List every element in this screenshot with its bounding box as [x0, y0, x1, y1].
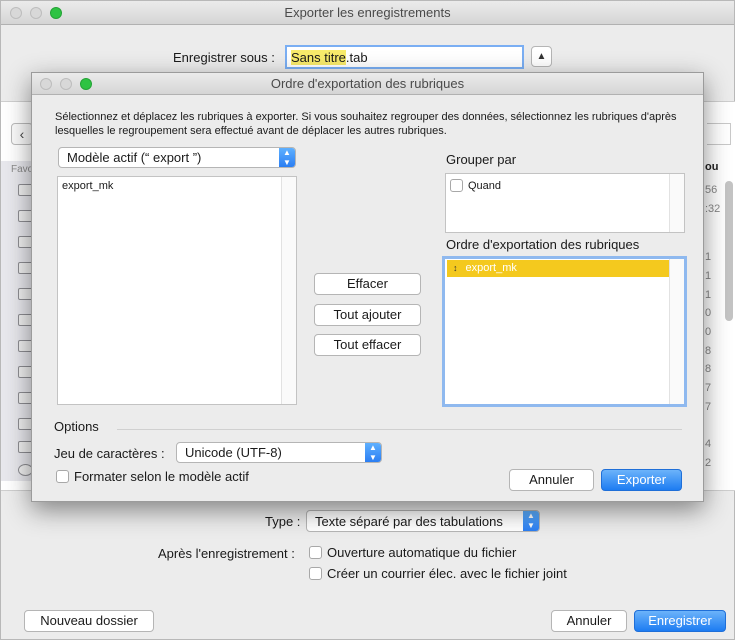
format-checkbox-row[interactable]: Formater selon le modèle actif [56, 469, 249, 484]
type-row: Type : Texte séparé par des tabulations … [1, 510, 734, 532]
export-order-item[interactable]: ↕ export_mk [447, 260, 682, 277]
group-by-item[interactable]: Quand [450, 179, 501, 192]
column-value: 4 [705, 438, 712, 450]
minimize-window-button[interactable] [60, 78, 72, 90]
charset-label: Jeu de caractères : [54, 446, 165, 461]
filename-input[interactable]: Sans titre.tab [285, 45, 524, 69]
export-order-dialog: Ordre d'exportation des rubriques Sélect… [31, 72, 704, 502]
model-select[interactable]: Modèle actif (“ export ”) ▲ ▼ [58, 147, 296, 168]
cancel-export-button[interactable]: Annuler [509, 469, 594, 491]
column-value: 1 [705, 289, 712, 301]
save-as-row: Enregistrer sous : Sans titre.tab ▲ [1, 45, 734, 71]
up-down-arrows-icon: ▲ ▼ [523, 511, 539, 531]
model-select-value: Modèle actif (“ export ”) [67, 150, 202, 165]
scrollbar[interactable] [669, 174, 684, 232]
auto-open-label: Ouverture automatique du fichier [327, 545, 517, 560]
scrollbar[interactable] [725, 181, 733, 321]
new-folder-button[interactable]: Nouveau dossier [24, 610, 154, 632]
options-divider [117, 429, 682, 430]
cancel-button[interactable]: Annuler [551, 610, 627, 632]
instructions-text: Sélectionnez et déplacez les rubriques à… [55, 111, 677, 137]
column-value: 1 [705, 251, 712, 263]
after-save-label: Après l'enregistrement : [158, 546, 295, 561]
zoom-window-button[interactable] [80, 78, 92, 90]
auto-open-checkbox-row[interactable]: Ouverture automatique du fichier [309, 545, 516, 560]
close-window-button[interactable] [10, 7, 22, 19]
drag-handle-icon[interactable]: ↕ [453, 260, 458, 277]
group-by-label: Grouper par [446, 152, 517, 167]
format-checkbox[interactable] [56, 470, 69, 483]
scrollbar[interactable] [669, 259, 684, 404]
export-order-list[interactable]: ↕ export_mk [442, 256, 687, 407]
chevron-left-icon: ‹ [19, 126, 25, 142]
filename-selection: Sans titre [291, 50, 346, 65]
list-item[interactable]: export_mk [58, 177, 296, 195]
favorites-label: Favo [11, 164, 34, 175]
close-window-button[interactable] [40, 78, 52, 90]
column-value: 7 [705, 401, 712, 413]
quand-checkbox[interactable] [450, 179, 463, 192]
window-controls [10, 7, 62, 19]
charset-select[interactable]: Unicode (UTF-8) ▲ ▼ [176, 442, 382, 463]
column-value: :32 [705, 203, 721, 215]
filename-extension: .tab [345, 50, 368, 65]
quand-label: Quand [468, 179, 502, 192]
email-checkbox[interactable] [309, 567, 322, 580]
type-select[interactable]: Texte séparé par des tabulations ▲ ▼ [306, 510, 540, 532]
up-down-arrows-icon: ▲ ▼ [365, 443, 381, 462]
minimize-window-button[interactable] [30, 7, 42, 19]
email-label: Créer un courrier élec. avec le fichier … [327, 566, 567, 581]
type-label: Type : [265, 514, 301, 529]
column-value: 7 [705, 382, 712, 394]
options-label: Options [54, 419, 99, 434]
column-value: 1 [705, 270, 712, 282]
column-value: 0 [705, 307, 712, 319]
save-dialog-titlebar: Exporter les enregistrements [1, 1, 734, 25]
format-label: Formater selon le modèle actif [74, 469, 249, 484]
save-as-label: Enregistrer sous : [173, 50, 275, 65]
scrollbar[interactable] [281, 177, 296, 404]
disclosure-button[interactable]: ▲ [531, 46, 552, 67]
clear-button[interactable]: Effacer [314, 273, 421, 295]
export-order-title: Ordre d'exportation des rubriques [270, 76, 465, 91]
column-value: 8 [705, 345, 712, 357]
type-select-value: Texte séparé par des tabulations [315, 514, 503, 529]
export-order-item-label: export_mk [465, 262, 517, 274]
source-fields-list[interactable]: export_mk [57, 176, 297, 405]
column-value: 8 [705, 363, 712, 375]
export-order-titlebar: Ordre d'exportation des rubriques [32, 73, 703, 95]
search-field[interactable] [707, 123, 731, 145]
add-all-button[interactable]: Tout ajouter [314, 304, 421, 326]
clear-all-button[interactable]: Tout effacer [314, 334, 421, 356]
save-button[interactable]: Enregistrer [634, 610, 726, 632]
window-controls [40, 78, 92, 90]
column-value: 56 [705, 184, 718, 196]
auto-open-checkbox[interactable] [309, 546, 322, 559]
chevron-up-icon: ▲ [536, 51, 547, 62]
column-value: 0 [705, 326, 712, 338]
export-order-label: Ordre d'exportation des rubriques [446, 237, 640, 252]
column-header[interactable]: ou [705, 161, 718, 173]
back-button[interactable]: ‹ [11, 123, 33, 145]
column-value: 2 [705, 457, 712, 469]
save-dialog-title: Exporter les enregistrements [284, 5, 451, 20]
email-checkbox-row[interactable]: Créer un courrier élec. avec le fichier … [309, 566, 567, 581]
up-down-arrows-icon: ▲ ▼ [279, 148, 295, 167]
zoom-window-button[interactable] [50, 7, 62, 19]
charset-select-value: Unicode (UTF-8) [185, 445, 282, 460]
export-button[interactable]: Exporter [601, 469, 682, 491]
